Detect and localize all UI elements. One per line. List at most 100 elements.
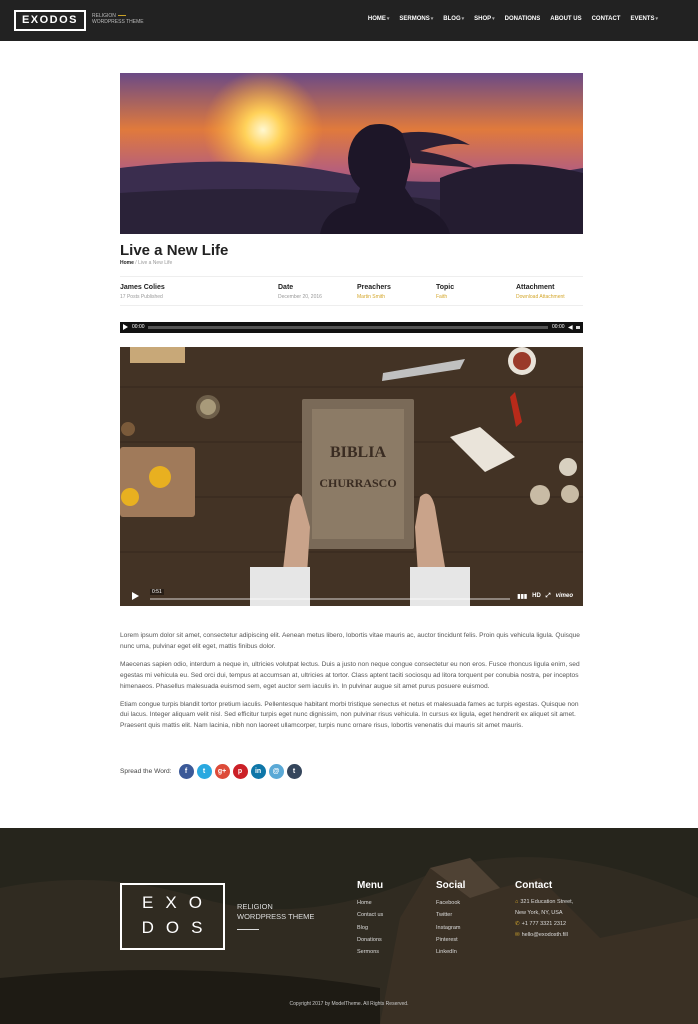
volume-bars-icon[interactable]: ▮▮▮: [517, 593, 527, 600]
nav-item-about-us[interactable]: ABOUT US: [550, 16, 581, 22]
nav-item-contact[interactable]: CONTACT: [592, 16, 621, 22]
nav-item-shop[interactable]: SHOP▾: [474, 16, 495, 22]
linkedin-icon[interactable]: in: [250, 764, 266, 779]
preachers-label: Preachers: [357, 284, 391, 291]
video-progress-bar[interactable]: [150, 598, 510, 600]
video-player[interactable]: BIBLIA CHURRASCO 0:51 ▮▮▮ HD ⤢ vimeo: [120, 347, 583, 606]
video-play-icon[interactable]: [132, 592, 139, 600]
topic-label: Topic: [436, 284, 455, 291]
nav-item-sermons[interactable]: SERMONS▾: [399, 16, 433, 22]
email-icon[interactable]: @: [268, 764, 284, 779]
audio-duration: 00:00: [552, 324, 565, 330]
footer-phone[interactable]: ✆ +1 777 3321 2312: [515, 919, 573, 930]
share-label: Spread the Word:: [120, 768, 172, 775]
preachers-link[interactable]: Martin Smith: [357, 294, 391, 300]
attachment-link[interactable]: Download Attachment: [516, 294, 565, 300]
footer-contact: Contact ⌂ 321 Education Street, New York,…: [515, 880, 573, 941]
footer-link-home[interactable]: Home: [357, 897, 383, 909]
site-logo[interactable]: EXODOS: [14, 10, 86, 31]
vimeo-logo[interactable]: vimeo: [556, 593, 573, 600]
audio-progress-bar[interactable]: [148, 326, 548, 329]
site-footer: EXO DOS RELIGION WORDPRESS THEME Menu Ho…: [0, 828, 698, 1024]
video-time: 0:51: [150, 589, 164, 595]
footer-link-blog[interactable]: Blog: [357, 922, 383, 934]
site-tagline: RELIGION WORDPRESS THEME: [92, 13, 144, 25]
top-navbar: EXODOS RELIGION WORDPRESS THEME HOME▾ SE…: [0, 0, 698, 41]
footer-address: ⌂ 321 Education Street,: [515, 899, 574, 905]
home-icon: ⌂: [515, 899, 519, 905]
paragraph: Lorem ipsum dolor sit amet, consectetur …: [120, 632, 580, 650]
footer-background: [0, 828, 698, 1024]
volume-slider[interactable]: [576, 326, 580, 329]
footer-link-facebook[interactable]: Facebook: [436, 897, 465, 909]
footer-link-contact[interactable]: Contact us: [357, 909, 383, 921]
meta-preachers: Preachers Martin Smith: [357, 284, 391, 300]
video-controls: 0:51 ▮▮▮ HD ⤢ vimeo: [120, 586, 583, 606]
twitter-icon[interactable]: t: [196, 764, 212, 779]
breadcrumb-home[interactable]: Home: [120, 260, 134, 266]
footer-menu-heading: Menu: [357, 880, 384, 891]
footer-link-linkedin[interactable]: LinkedIn: [436, 946, 465, 958]
date-label: Date: [278, 284, 294, 291]
breadcrumb: Home / Live a New Life: [120, 260, 172, 266]
footer-social-heading: Social: [436, 880, 466, 891]
footer-divider: [237, 929, 259, 930]
video-control-icons: ▮▮▮ HD ⤢ vimeo: [517, 593, 573, 600]
footer-link-pinterest[interactable]: Pinterest: [436, 934, 465, 946]
sermon-meta: James Colies 17 Posts Published Date Dec…: [120, 276, 583, 306]
volume-icon[interactable]: ◀: [568, 324, 573, 331]
footer-logo-line-2: DOS: [141, 918, 215, 937]
main-nav: HOME▾ SERMONS▾ BLOG▾ SHOP▾ DONATIONS ABO…: [368, 16, 658, 22]
footer-logo-line-1: EXO: [142, 893, 214, 912]
breadcrumb-separator: /: [135, 260, 137, 266]
nav-item-home[interactable]: HOME▾: [368, 16, 390, 22]
share-bar: Spread the Word: f t g+ p in @ t: [120, 764, 305, 779]
footer-contact-heading: Contact: [515, 880, 553, 891]
meta-date: Date December 20, 2016: [278, 284, 322, 300]
footer-logo[interactable]: EXO DOS: [120, 883, 225, 950]
author-name[interactable]: James Colies: [120, 284, 165, 291]
hero-image: [120, 73, 583, 234]
nav-item-donations[interactable]: DONATIONS: [505, 16, 541, 22]
footer-link-instagram[interactable]: Instagram: [436, 922, 465, 934]
paragraph: Maecenas sapien odio, interdum a neque i…: [120, 660, 580, 690]
footer-social: Social Facebook Twitter Instagram Pinter…: [436, 880, 465, 958]
page-title: Live a New Life: [120, 242, 229, 259]
footer-tagline-line-1: RELIGION: [237, 902, 273, 911]
chevron-down-icon: ▾: [461, 16, 465, 22]
footer-email[interactable]: ✉ hello@exodosth.fill: [515, 930, 573, 941]
footer-link-donations[interactable]: Donations: [357, 934, 383, 946]
google-plus-icon[interactable]: g+: [214, 764, 230, 779]
audio-current-time: 00:00: [132, 324, 145, 330]
svg-text:CHURRASCO: CHURRASCO: [319, 476, 396, 490]
site-tagline-line-2: WORDPRESS THEME: [92, 19, 144, 25]
sermon-content: Lorem ipsum dolor sit amet, consectetur …: [120, 631, 583, 739]
hd-toggle[interactable]: HD: [532, 593, 541, 600]
meta-topic: Topic Faith: [436, 284, 454, 300]
chevron-down-icon: ▾: [430, 16, 434, 22]
footer-tagline: RELIGION WORDPRESS THEME: [237, 902, 314, 922]
audio-play-icon[interactable]: [123, 324, 128, 330]
breadcrumb-current: Live a New Life: [138, 260, 173, 266]
topic-link[interactable]: Faith: [436, 294, 454, 300]
meta-attachment: Attachment Download Attachment: [516, 284, 565, 300]
paragraph: Etiam congue turpis blandit tortor preti…: [120, 700, 579, 730]
copyright: Copyright 2017 by ModelTheme. All Rights…: [289, 1001, 409, 1007]
chevron-down-icon: ▾: [492, 16, 495, 22]
date-value: December 20, 2016: [278, 294, 322, 300]
envelope-icon: ✉: [515, 932, 520, 938]
svg-text:BIBLIA: BIBLIA: [330, 444, 386, 461]
pinterest-icon[interactable]: p: [232, 764, 248, 779]
site-logo-text: EXODOS: [21, 14, 79, 26]
footer-tagline-line-2: WORDPRESS THEME: [237, 912, 315, 921]
footer-link-sermons[interactable]: Sermons: [357, 946, 383, 958]
video-thumbnail: BIBLIA CHURRASCO: [120, 347, 583, 606]
footer-address-2: New York, NY, USA: [515, 910, 563, 916]
footer-link-twitter[interactable]: Twitter: [436, 909, 465, 921]
fullscreen-icon[interactable]: ⤢: [546, 593, 551, 600]
facebook-icon[interactable]: f: [178, 764, 194, 779]
tumblr-icon[interactable]: t: [286, 764, 302, 779]
meta-author: James Colies 17 Posts Published: [120, 284, 165, 300]
nav-item-events[interactable]: EVENTS▾: [630, 16, 658, 22]
nav-item-blog[interactable]: BLOG▾: [443, 16, 464, 22]
